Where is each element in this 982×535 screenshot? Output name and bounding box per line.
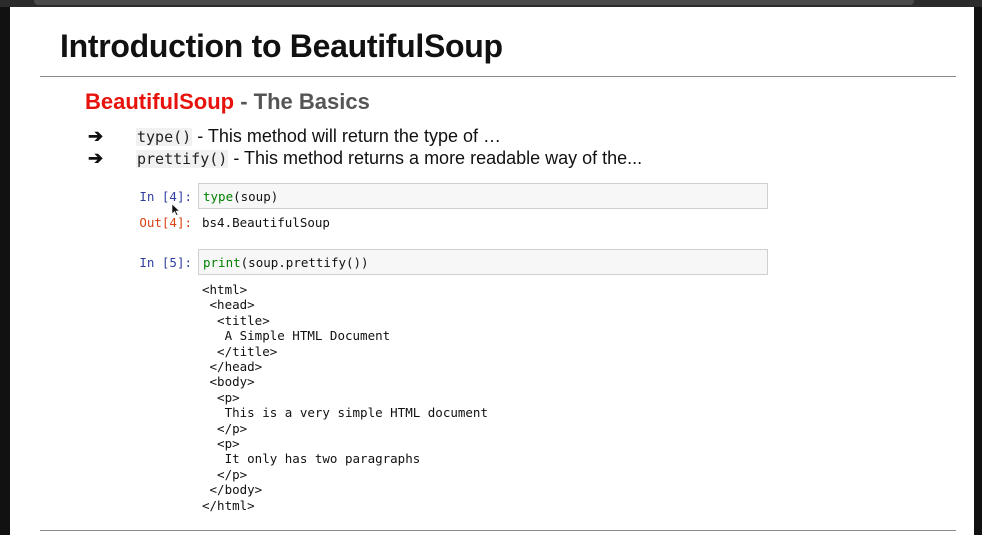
output-line: This is a very simple HTML document — [202, 405, 488, 421]
output-line: </body> — [202, 482, 263, 498]
title-divider — [40, 76, 956, 77]
right-frame — [974, 7, 982, 535]
slide-title: Introduction to BeautifulSoup — [60, 28, 503, 64]
subtitle-highlight: BeautifulSoup — [85, 89, 235, 114]
output-line: </title> — [202, 343, 278, 359]
output-line: <p> — [202, 436, 240, 451]
bullet-text: - This method returns a more readable wa… — [228, 148, 643, 168]
output-line: <title> — [202, 312, 270, 328]
input-prompt: In [5]: — [139, 255, 192, 270]
right-arrow-icon: ➔ — [88, 126, 104, 146]
slide-subtitle: BeautifulSoup - The Basics — [85, 89, 370, 115]
output-prompt: Out[4]: — [139, 215, 192, 230]
footer-divider — [40, 530, 956, 531]
bullet-text: - This method will return the type of … — [192, 126, 501, 146]
address-bar[interactable] — [34, 0, 914, 5]
output-line: <p> — [202, 389, 240, 405]
input-prompt: In [4]: — [139, 189, 192, 204]
subtitle-rest: - The Basics — [234, 89, 370, 114]
code-args: (soup.prettify()) — [240, 255, 369, 270]
output-line: </head> — [202, 359, 263, 374]
output-line: <body> — [202, 374, 255, 390]
bullet-item: ➔ type() - This method will return the ty… — [88, 126, 501, 147]
bullet-code: type() — [136, 128, 193, 146]
cell-output: bs4.BeautifulSoup — [202, 215, 330, 230]
code-cell[interactable]: print(soup.prettify()) — [198, 249, 768, 275]
output-line: </p> — [202, 466, 248, 482]
output-line: A Simple HTML Document — [202, 328, 391, 344]
code-args: (soup) — [233, 189, 279, 204]
mouse-cursor-icon — [172, 204, 180, 216]
left-frame — [0, 7, 10, 535]
output-line: It only has two paragraphs — [202, 451, 421, 467]
right-arrow-icon: ➔ — [88, 148, 104, 168]
browser-toolbar — [0, 0, 982, 7]
code-function: print — [203, 255, 241, 270]
output-line: </p> — [202, 420, 248, 436]
output-line: <head> — [202, 297, 255, 313]
bullet-item: ➔ prettify() - This method returns a more… — [88, 148, 642, 169]
code-cell[interactable]: type(soup) — [198, 183, 768, 209]
output-line: <html> — [202, 282, 248, 297]
output-line: </html> — [202, 497, 255, 513]
bullet-code: prettify() — [136, 150, 229, 168]
code-function: type — [203, 189, 234, 204]
